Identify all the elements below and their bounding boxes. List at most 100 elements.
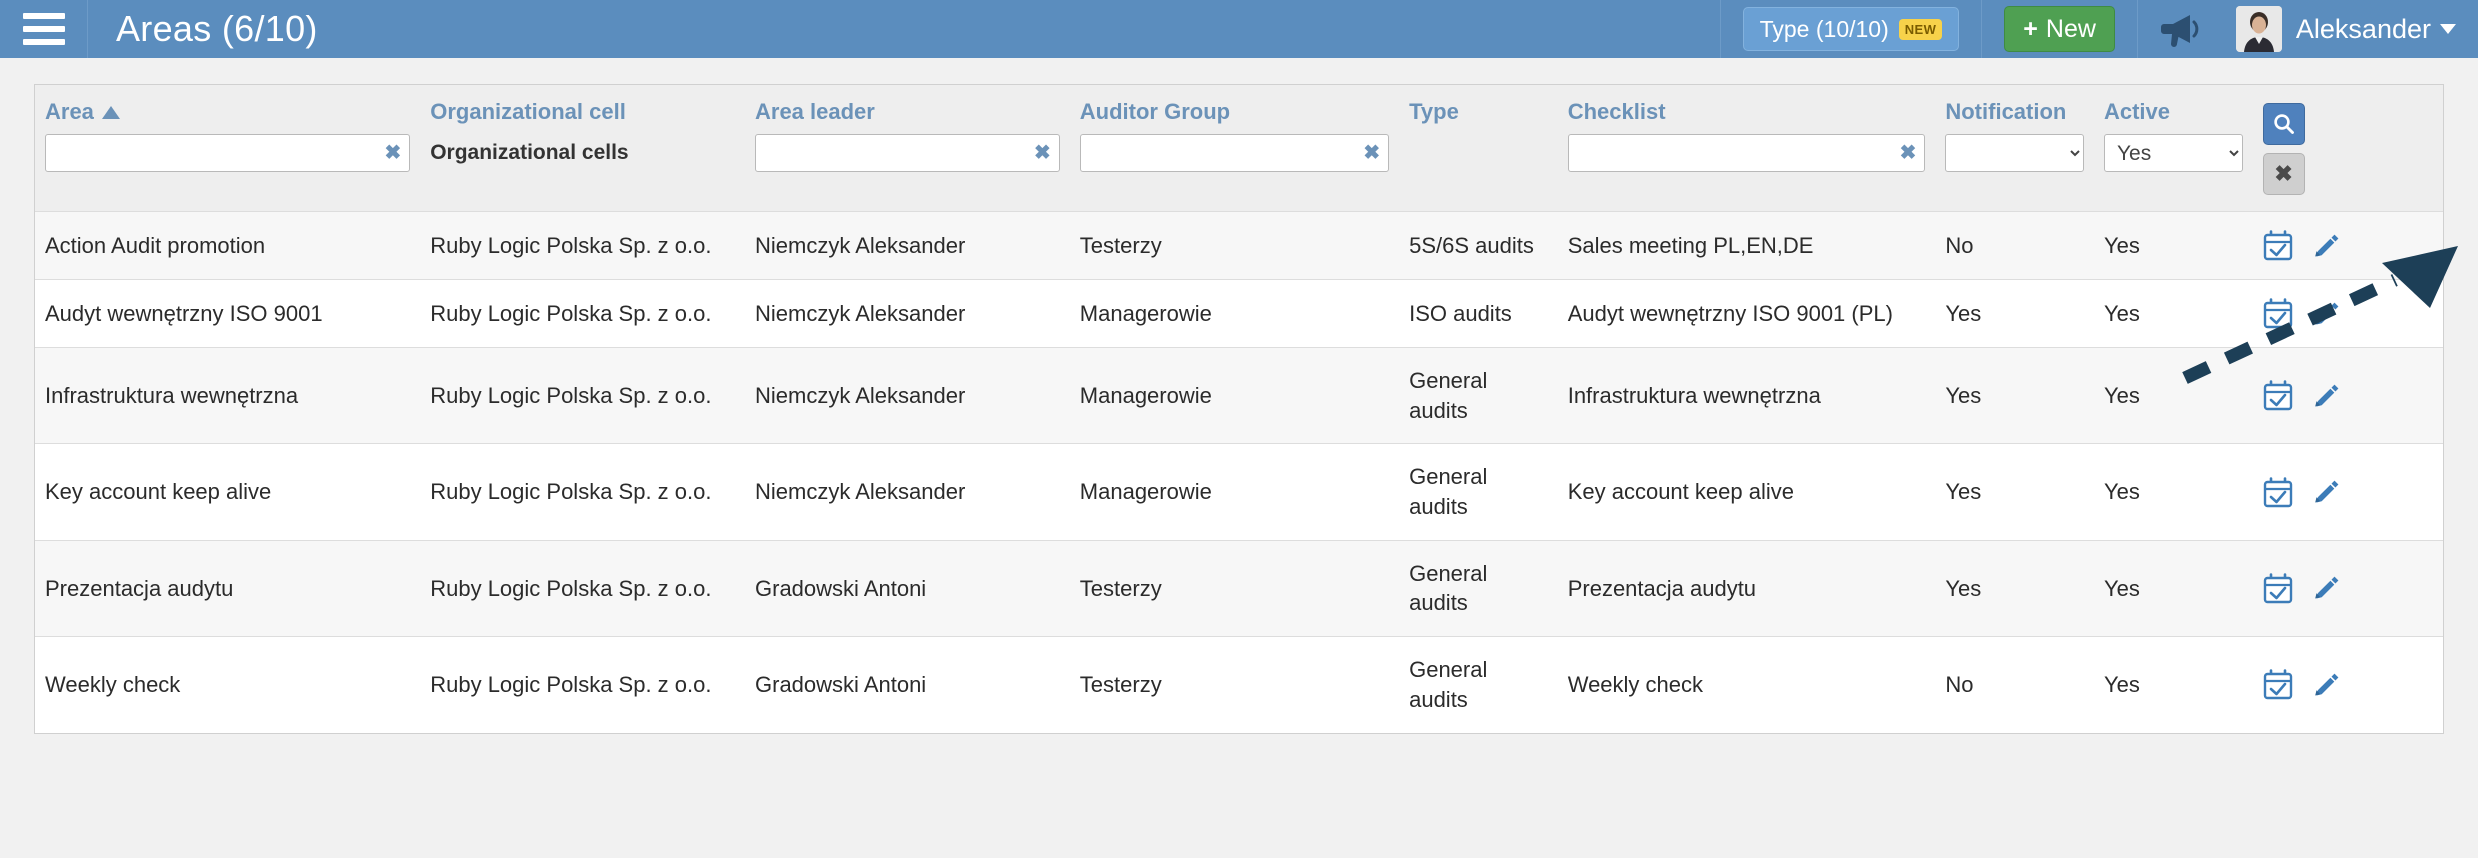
pencil-icon[interactable] — [2313, 574, 2341, 602]
col-area-label: Area — [45, 99, 94, 124]
chevron-down-icon — [2440, 24, 2456, 34]
cell-notification: No — [1935, 636, 2094, 733]
cell-notification: Yes — [1935, 346, 2094, 444]
clear-auditor-group-filter-icon[interactable]: ✖ — [1363, 143, 1380, 163]
avatar[interactable] — [2235, 6, 2282, 52]
col-type-header[interactable]: Type — [1409, 99, 1548, 125]
filter-area-input[interactable] — [45, 134, 411, 172]
col-checklist-header[interactable]: Checklist — [1568, 99, 1926, 125]
col-checklist: Checklist ✖ — [1557, 85, 1936, 212]
cell-organizational-cell: Ruby Logic Polska Sp. z o.o. — [420, 211, 745, 280]
type-filter-button[interactable]: Type (10/10) NEW — [1742, 7, 1960, 51]
filter-notification-select[interactable]: YesNo — [1945, 134, 2084, 172]
type-button-label: Type (10/10) — [1759, 15, 1889, 42]
cell-checklist: Sales meeting PL,EN,DE — [1557, 211, 1936, 280]
table-row[interactable]: Prezentacja audytu Ruby Logic Polska Sp.… — [35, 539, 2443, 637]
cell-area-leader: Niemczyk Aleksander — [745, 211, 1070, 280]
table-body: Action Audit promotion Ruby Logic Polska… — [35, 211, 2443, 733]
cell-active: Yes — [2093, 443, 2253, 541]
pencil-icon[interactable] — [2313, 478, 2341, 506]
cell-area-leader: Gradowski Antoni — [745, 636, 1070, 733]
calendar-check-icon[interactable] — [2263, 380, 2293, 411]
col-area-header[interactable]: Area — [45, 99, 410, 125]
cell-organizational-cell: Ruby Logic Polska Sp. z o.o. — [420, 443, 745, 541]
calendar-check-icon[interactable] — [2263, 573, 2293, 604]
user-name: Aleksander — [2295, 13, 2431, 44]
pencil-icon[interactable] — [2313, 300, 2341, 328]
clear-area-leader-filter-icon[interactable]: ✖ — [1034, 143, 1051, 163]
cell-area: Audyt wewnętrzny ISO 9001 — [35, 279, 421, 348]
cell-area-leader: Niemczyk Aleksander — [745, 443, 1070, 541]
cell-active: Yes — [2093, 211, 2253, 280]
filter-row: Area ✖ Organizational cell Organizationa… — [35, 85, 2443, 212]
clear-filters-button[interactable]: ✖ — [2262, 153, 2305, 195]
cell-checklist: Key account keep alive — [1557, 443, 1936, 541]
cell-auditor-group: Testerzy — [1069, 211, 1400, 280]
sort-ascending-icon[interactable] — [101, 105, 120, 119]
cell-active: Yes — [2093, 539, 2253, 637]
col-active-header[interactable]: Active — [2104, 99, 2243, 125]
col-area-leader: Area leader ✖ — [745, 85, 1070, 212]
pencil-icon[interactable] — [2313, 382, 2341, 410]
calendar-check-icon[interactable] — [2263, 476, 2293, 508]
table-row[interactable]: Action Audit promotion Ruby Logic Polska… — [35, 211, 2443, 280]
col-area: Area ✖ — [35, 85, 421, 212]
plus-icon: + — [2023, 14, 2038, 43]
col-organizational-cell: Organizational cell Organizational cells — [420, 85, 745, 212]
col-type: Type — [1399, 85, 1558, 212]
new-button-label: New — [2045, 14, 2096, 43]
cell-area-leader: Gradowski Antoni — [745, 539, 1070, 637]
hamburger-menu-icon[interactable] — [0, 0, 88, 58]
calendar-check-icon[interactable] — [2263, 669, 2293, 700]
pencil-icon[interactable] — [2313, 671, 2341, 699]
cell-notification: Yes — [1935, 279, 2094, 348]
cell-auditor-group: Testerzy — [1069, 539, 1400, 637]
user-menu[interactable]: Aleksander — [2296, 14, 2456, 45]
cell-auditor-group: Managerowie — [1069, 443, 1400, 541]
cell-area: Weekly check — [35, 636, 421, 733]
type-button-group: Type (10/10) NEW — [1721, 0, 1982, 58]
col-notification-label: Notification — [1945, 99, 2067, 124]
col-notification-header[interactable]: Notification — [1945, 99, 2084, 125]
filter-auditor-group-input[interactable] — [1079, 134, 1390, 172]
cell-organizational-cell: Ruby Logic Polska Sp. z o.o. — [420, 279, 745, 348]
col-organizational-cell-header[interactable]: Organizational cell — [430, 99, 735, 125]
search-button[interactable] — [2262, 103, 2305, 145]
search-icon — [2273, 114, 2294, 134]
clear-area-filter-icon[interactable]: ✖ — [384, 143, 401, 163]
col-area-leader-header[interactable]: Area leader — [755, 99, 1060, 125]
cell-area-leader: Niemczyk Aleksander — [745, 346, 1070, 444]
pencil-icon[interactable] — [2313, 232, 2341, 260]
new-badge: NEW — [1898, 18, 1943, 40]
calendar-check-icon[interactable] — [2263, 298, 2293, 329]
cell-type: General audits — [1399, 636, 1558, 733]
filter-area-leader-input[interactable] — [755, 134, 1060, 172]
clear-checklist-filter-icon[interactable]: ✖ — [1900, 143, 1917, 163]
megaphone-icon[interactable] — [2160, 11, 2202, 47]
cell-active: Yes — [2093, 279, 2253, 348]
table-row[interactable]: Key account keep alive Ruby Logic Polska… — [35, 443, 2443, 541]
cell-auditor-group: Managerowie — [1069, 346, 1400, 444]
filter-checklist-input[interactable] — [1567, 134, 1926, 172]
cell-checklist: Weekly check — [1557, 636, 1936, 733]
cell-organizational-cell: Ruby Logic Polska Sp. z o.o. — [420, 346, 745, 444]
table-header: Area ✖ Organizational cell Organizationa… — [35, 85, 2443, 212]
col-auditor-group-header[interactable]: Auditor Group — [1080, 99, 1389, 125]
new-button-group: + New — [1982, 0, 2137, 58]
top-bar: Areas (6/10) Type (10/10) NEW + New Alek… — [0, 0, 2478, 58]
new-button[interactable]: + New — [2004, 6, 2115, 52]
table-row[interactable]: Weekly check Ruby Logic Polska Sp. z o.o… — [35, 636, 2443, 733]
table-row[interactable]: Audyt wewnętrzny ISO 9001 Ruby Logic Pol… — [35, 279, 2443, 348]
col-type-label: Type — [1409, 99, 1459, 124]
cell-actions — [2252, 443, 2443, 541]
calendar-check-icon[interactable] — [2263, 230, 2293, 261]
col-active: Active Yes No — [2093, 85, 2253, 212]
cell-checklist: Infrastruktura wewnętrzna — [1557, 346, 1936, 444]
areas-table: Area ✖ Organizational cell Organizationa… — [35, 85, 2443, 733]
col-organizational-cell-label: Organizational cell — [430, 99, 626, 124]
filter-organizational-cell-link[interactable]: Organizational cells — [430, 134, 735, 165]
table-row[interactable]: Infrastruktura wewnętrzna Ruby Logic Pol… — [35, 346, 2443, 444]
col-area-leader-label: Area leader — [755, 99, 875, 124]
filter-active-select[interactable]: Yes No — [2103, 134, 2243, 172]
cell-actions — [2252, 539, 2443, 637]
